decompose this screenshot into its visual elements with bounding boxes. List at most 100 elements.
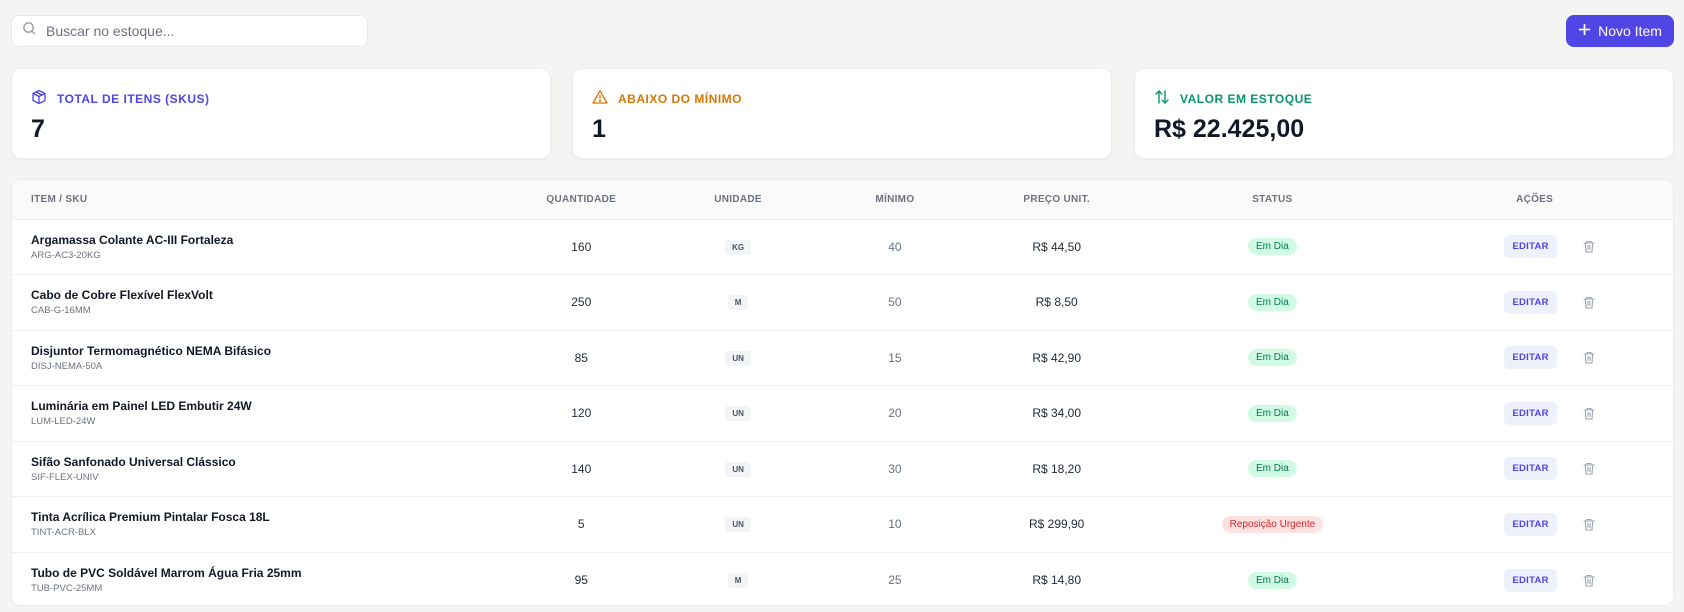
trash-icon[interactable]	[1583, 518, 1595, 531]
edit-button[interactable]: EDITAR	[1504, 512, 1557, 536]
actions-cell: EDITAR	[1396, 386, 1673, 442]
item-sku: TUB-PVC-25MM	[31, 583, 103, 594]
trash-icon[interactable]	[1583, 462, 1595, 475]
status-badge: Em Dia	[1247, 238, 1297, 256]
status-cell: Em Dia	[1149, 330, 1397, 386]
edit-button[interactable]: EDITAR	[1504, 235, 1557, 259]
status-badge: Em Dia	[1247, 404, 1297, 422]
item-name: Tubo de PVC Soldável Marrom Água Fria 25…	[31, 566, 302, 580]
item-sku: SIF-FLEX-UNIV	[31, 471, 99, 483]
stat-value: 1	[592, 115, 606, 143]
trash-icon[interactable]	[1583, 240, 1595, 253]
minimum-cell: 10	[888, 517, 902, 532]
status-badge: Reposição Urgente	[1221, 515, 1324, 533]
item-sku: TINT-ACR-BLX	[31, 527, 96, 539]
status-cell: Em Dia	[1149, 219, 1397, 275]
minimum-cell: 50	[888, 295, 902, 310]
status-cell: Em Dia	[1149, 441, 1397, 497]
column-header-status: STATUS	[1252, 193, 1293, 205]
quantity-cell: 5	[577, 517, 585, 532]
column-header-item: ITEM / SKU	[31, 193, 88, 205]
minimum-cell: 40	[888, 239, 902, 254]
status-badge: Em Dia	[1247, 349, 1297, 367]
unit-badge: UN	[725, 461, 751, 477]
status-badge: Em Dia	[1247, 571, 1297, 589]
stat-value: 7	[31, 115, 45, 143]
actions-cell: EDITAR	[1396, 330, 1673, 386]
price-cell: R$ 299,90	[1028, 517, 1085, 532]
edit-button[interactable]: EDITAR	[1504, 457, 1557, 481]
trash-icon[interactable]	[1583, 296, 1595, 309]
unit-badge: UN	[725, 517, 751, 533]
column-header-minimum: MÍNIMO	[875, 193, 915, 205]
column-header-price: PREÇO UNIT.	[1023, 193, 1090, 205]
search-bar[interactable]	[11, 15, 368, 47]
item-name: Sifão Sanfonado Universal Clássico	[31, 454, 236, 469]
trash-icon[interactable]	[1583, 351, 1595, 364]
table-row: Cabo de Cobre Flexível FlexVolt CAB-G-16M…	[12, 274, 1673, 331]
search-icon	[22, 21, 37, 41]
item-cell: Sifão Sanfonado Universal Clássico SIF-FL…	[12, 441, 511, 497]
trash-icon[interactable]	[1583, 574, 1595, 587]
quantity-cell: 160	[571, 239, 592, 254]
actions-cell: EDITAR	[1396, 552, 1673, 605]
unit-cell: UN	[651, 330, 825, 386]
edit-button[interactable]: EDITAR	[1504, 568, 1557, 592]
unit-cell: UN	[651, 386, 825, 442]
quantity-cell: 140	[571, 461, 592, 476]
unit-badge: M	[727, 573, 749, 588]
search-input[interactable]	[46, 23, 346, 39]
status-cell: Em Dia	[1149, 552, 1397, 605]
minimum-cell: 25	[888, 573, 902, 587]
table-header-row: ITEM / SKU QUANTIDADE UNIDADE MÍNIMO PRE…	[12, 180, 1673, 219]
unit-badge: KG	[725, 239, 752, 255]
unit-cell: KG	[651, 219, 825, 275]
price-cell: R$ 8,50	[1035, 295, 1078, 310]
stat-label: TOTAL DE ITENS (SKUS)	[57, 91, 210, 106]
price-cell: R$ 42,90	[1032, 350, 1082, 365]
status-badge: Em Dia	[1247, 460, 1297, 478]
stat-card-total-items: TOTAL DE ITENS (SKUS) 7	[11, 68, 551, 159]
price-cell: R$ 34,00	[1032, 406, 1082, 421]
trash-icon[interactable]	[1583, 407, 1595, 420]
edit-button[interactable]: EDITAR	[1504, 346, 1557, 370]
minimum-cell: 15	[888, 350, 902, 365]
status-cell: Reposição Urgente	[1149, 497, 1397, 553]
stat-label: ABAIXO DO MÍNIMO	[618, 91, 742, 106]
item-sku: CAB-G-16MM	[31, 305, 91, 317]
new-item-label: Novo Item	[1598, 23, 1662, 39]
warning-icon	[592, 89, 608, 108]
quantity-cell: 95	[574, 573, 588, 587]
edit-button[interactable]: EDITAR	[1504, 401, 1557, 425]
item-cell: Cabo de Cobre Flexível FlexVolt CAB-G-16M…	[12, 275, 511, 331]
quantity-cell: 250	[571, 295, 592, 310]
item-cell: Argamassa Colante AC-III Fortaleza ARG-AC…	[12, 219, 511, 275]
stat-label: VALOR EM ESTOQUE	[1180, 91, 1313, 106]
minimum-cell: 30	[888, 461, 902, 476]
item-name: Tinta Acrílica Premium Pintalar Fosca 18…	[31, 510, 270, 525]
inventory-table: ITEM / SKU QUANTIDADE UNIDADE MÍNIMO PRE…	[11, 179, 1674, 606]
actions-cell: EDITAR	[1396, 219, 1673, 275]
table-row: Tubo de PVC Soldável Marrom Água Fria 25…	[12, 552, 1673, 605]
item-cell: Tinta Acrílica Premium Pintalar Fosca 18…	[12, 497, 511, 553]
unit-cell: UN	[651, 441, 825, 497]
box-icon	[31, 89, 47, 108]
quantity-cell: 120	[571, 406, 592, 421]
unit-cell: M	[651, 275, 825, 331]
table-row: Luminária em Painel LED Embutir 24W LUM-L…	[12, 385, 1673, 442]
unit-cell: M	[651, 552, 825, 605]
column-header-unit: UNIDADE	[714, 193, 762, 205]
item-cell: Tubo de PVC Soldável Marrom Água Fria 25…	[12, 552, 511, 605]
minimum-cell: 20	[888, 406, 902, 421]
edit-button[interactable]: EDITAR	[1504, 290, 1557, 314]
item-sku: DISJ-NEMA-50A	[31, 360, 103, 372]
arrows-up-down-icon	[1154, 89, 1170, 108]
stat-value: R$ 22.425,00	[1154, 115, 1305, 143]
new-item-button[interactable]: Novo Item	[1566, 15, 1674, 47]
unit-badge: UN	[725, 350, 751, 366]
stat-card-below-minimum: ABAIXO DO MÍNIMO 1	[572, 68, 1112, 159]
price-cell: R$ 14,80	[1032, 573, 1082, 587]
item-sku: ARG-AC3-20KG	[31, 249, 101, 261]
item-name: Luminária em Painel LED Embutir 24W	[31, 399, 252, 414]
actions-cell: EDITAR	[1396, 497, 1673, 553]
